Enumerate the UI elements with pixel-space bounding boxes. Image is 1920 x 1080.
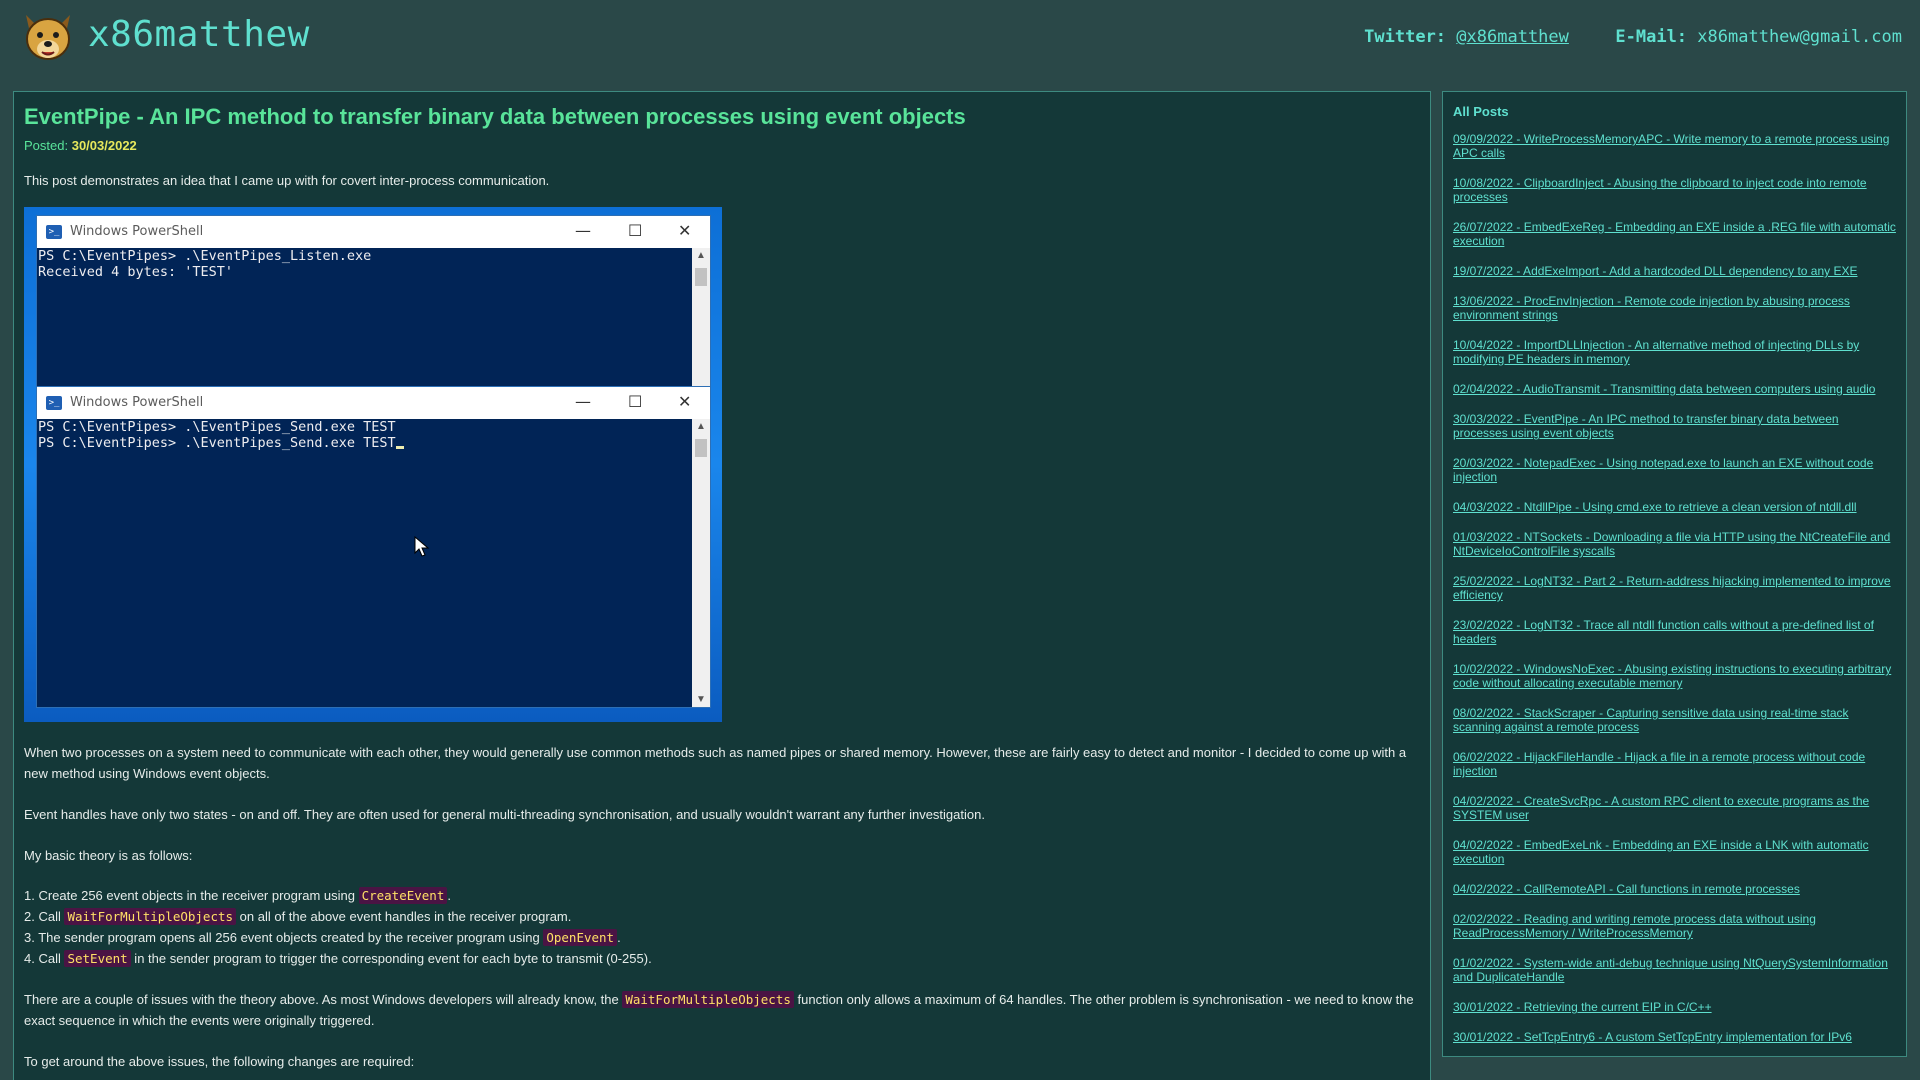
inline-code: OpenEvent [543, 929, 618, 946]
text-cursor [395, 446, 404, 449]
console-output: PS C:\EventPipes> .\EventPipes_Send.exe … [37, 419, 692, 707]
sidebar-post-link[interactable]: 08/02/2022 - StackScraper - Capturing se… [1453, 706, 1896, 734]
sidebar-post-link[interactable]: 04/02/2022 - CallRemoteAPI - Call functi… [1453, 882, 1896, 896]
sidebar-post-link[interactable]: 30/03/2022 - EventPipe - An IPC method t… [1453, 412, 1896, 440]
inline-code: WaitForMultipleObjects [622, 991, 794, 1008]
paragraph-issues: There are a couple of issues with the th… [24, 991, 1414, 1028]
sidebar-post-link[interactable]: 04/02/2022 - EmbedExeLnk - Embedding an … [1453, 838, 1896, 866]
sidebar-post-link[interactable]: 04/02/2022 - CreateSvcRpc - A custom RPC… [1453, 794, 1896, 822]
sidebar-post-link[interactable]: 01/03/2022 - NTSockets - Downloading a f… [1453, 530, 1896, 558]
sidebar-post-link[interactable]: 02/02/2022 - Reading and writing remote … [1453, 912, 1896, 940]
inline-code: CreateEvent [358, 887, 448, 904]
sidebar-post-link[interactable]: 10/02/2022 - WindowsNoExec - Abusing exi… [1453, 662, 1896, 690]
console-line-with-cursor: PS C:\EventPipes> .\EventPipes_Send.exe … [38, 435, 692, 451]
email-address: x86matthew@gmail.com [1697, 27, 1902, 47]
all-posts-sidebar: All Posts 09/09/2022 - WriteProcessMemor… [1442, 91, 1907, 1057]
maximize-icon: ☐ [628, 221, 643, 240]
post-date: Posted: 30/03/2022 [24, 138, 1420, 153]
scroll-up-icon: ▲ [696, 250, 706, 261]
sidebar-post-link[interactable]: 06/02/2022 - HijackFileHandle - Hijack a… [1453, 750, 1896, 778]
posted-date-value: 30/03/2022 [71, 138, 137, 153]
sidebar-post-link[interactable]: 01/02/2022 - System-wide anti-debug tech… [1453, 956, 1896, 984]
twitter-label: Twitter: [1364, 27, 1447, 47]
paragraph-methods: When two processes on a system need to c… [24, 745, 1407, 781]
sidebar-post-link[interactable]: 30/01/2022 - Retrieving the current EIP … [1453, 1000, 1896, 1014]
powershell-window-listen: >_ Windows PowerShell — ☐ ✕ PS C:\EventP… [37, 216, 710, 388]
powershell-screenshot: >_ Windows PowerShell — ☐ ✕ PS C:\EventP… [24, 207, 722, 722]
inline-code: WaitForMultipleObjects [64, 908, 237, 925]
sidebar-post-link[interactable]: 10/08/2022 - ClipboardInject - Abusing t… [1453, 176, 1896, 204]
minimize-icon: — [575, 221, 591, 240]
list-item: 3. The sender program opens all 256 even… [24, 929, 621, 946]
twitter-link[interactable]: @x86matthew [1456, 27, 1569, 47]
article-panel: EventPipe - An IPC method to transfer bi… [13, 91, 1431, 1080]
sidebar-post-link[interactable]: 02/04/2022 - AudioTransmit - Transmittin… [1453, 382, 1896, 396]
close-icon: ✕ [678, 392, 692, 411]
window-title: Windows PowerShell [70, 224, 204, 239]
posts-list: 09/09/2022 - WriteProcessMemoryAPC - Wri… [1453, 132, 1896, 1044]
sidebar-post-link[interactable]: 10/04/2022 - ImportDLLInjection - An alt… [1453, 338, 1896, 366]
site-header: x86matthew Twitter: @x86matthew E-Mail: … [0, 0, 1920, 80]
powershell-titlebar: >_ Windows PowerShell — ☐ ✕ [37, 216, 710, 248]
minimize-icon: — [575, 392, 591, 411]
console-output: PS C:\EventPipes> .\EventPipes_Listen.ex… [37, 248, 692, 388]
scroll-down-icon: ▼ [696, 694, 706, 705]
powershell-icon: >_ [46, 396, 62, 410]
console-line: Received 4 bytes: 'TEST' [38, 264, 234, 280]
email-label: E-Mail: [1615, 27, 1688, 47]
site-title[interactable]: x86matthew [88, 14, 310, 55]
close-icon: ✕ [678, 221, 692, 240]
paragraph-event-states: Event handles have only two states - on … [24, 807, 985, 822]
paragraph-changes: To get around the above issues, the foll… [24, 1054, 415, 1069]
sidebar-post-link[interactable]: 04/03/2022 - NtdllPipe - Using cmd.exe t… [1453, 500, 1896, 514]
console-line: PS C:\EventPipes> .\EventPipes_Send.exe … [38, 419, 396, 435]
sidebar-post-link[interactable]: 20/03/2022 - NotepadExec - Using notepad… [1453, 456, 1896, 484]
mouse-pointer-icon [414, 536, 430, 557]
console-line: PS C:\EventPipes> .\EventPipes_Send.exe … [38, 435, 396, 451]
list-item: 1. Create 256 event objects in the recei… [24, 887, 451, 904]
sidebar-post-link[interactable]: 09/09/2022 - WriteProcessMemoryAPC - Wri… [1453, 132, 1896, 160]
console-scrollbar: ▲ [692, 248, 710, 388]
dog-face-logo-icon[interactable] [20, 11, 76, 63]
intro-paragraph: This post demonstrates an idea that I ca… [24, 173, 550, 188]
sidebar-post-link[interactable]: 25/02/2022 - LogNT32 - Part 2 - Return-a… [1453, 574, 1896, 602]
sidebar-post-link[interactable]: 30/01/2022 - SetTcpEntry6 - A custom Set… [1453, 1030, 1896, 1044]
console-line: PS C:\EventPipes> .\EventPipes_Listen.ex… [38, 248, 372, 264]
window-title: Windows PowerShell [70, 395, 204, 410]
sidebar-post-link[interactable]: 19/07/2022 - AddExeImport - Add a hardco… [1453, 264, 1896, 278]
list-item: 2. Call WaitForMultipleObjects on all of… [24, 908, 572, 925]
list-item: 4. Call SetEvent in the sender program t… [24, 950, 652, 967]
powershell-titlebar: >_ Windows PowerShell — ☐ ✕ [37, 387, 710, 419]
console-scrollbar: ▲ ▼ [692, 419, 710, 707]
sidebar-post-link[interactable]: 23/02/2022 - LogNT32 - Trace all ntdll f… [1453, 618, 1896, 646]
inline-code: SetEvent [64, 950, 131, 967]
theory-steps-list: 1. Create 256 event objects in the recei… [24, 885, 1420, 969]
sidebar-post-link[interactable]: 26/07/2022 - EmbedExeReg - Embedding an … [1453, 220, 1896, 248]
powershell-icon: >_ [46, 225, 62, 239]
contact-info: Twitter: @x86matthew E-Mail: x86matthew@… [1364, 27, 1902, 47]
post-title: EventPipe - An IPC method to transfer bi… [24, 104, 966, 129]
paragraph-theory-intro: My basic theory is as follows: [24, 848, 193, 863]
sidebar-title: All Posts [1453, 104, 1509, 119]
maximize-icon: ☐ [628, 392, 643, 411]
posted-label: Posted: [24, 138, 69, 153]
scroll-up-icon: ▲ [696, 421, 706, 432]
sidebar-post-link[interactable]: 13/06/2022 - ProcEnvInjection - Remote c… [1453, 294, 1896, 322]
powershell-window-send: >_ Windows PowerShell — ☐ ✕ PS C:\EventP… [37, 387, 710, 707]
